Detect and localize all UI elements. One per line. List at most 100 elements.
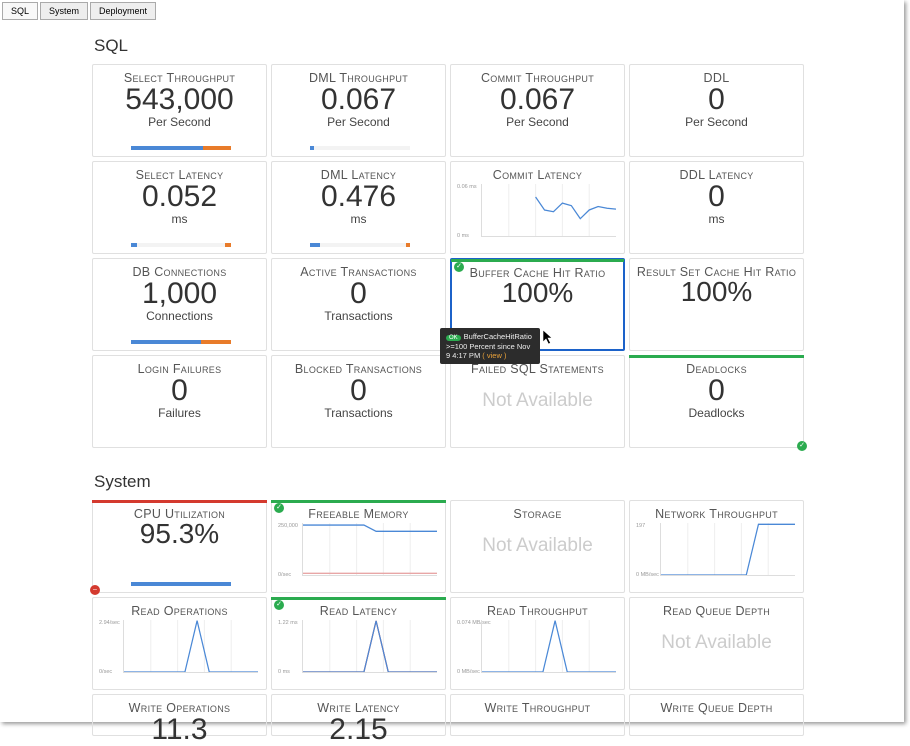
metric-card[interactable]: CPU Utilization95.3% – xyxy=(92,500,267,593)
card-unit: Per Second xyxy=(272,115,445,129)
mini-chart: 2.94/sec 0/sec xyxy=(99,620,260,683)
metric-card[interactable]: Freeable Memory 250,000 0/sec ✓ xyxy=(271,500,446,593)
mini-chart: 1.22 ms 0 ms xyxy=(278,620,439,683)
status-bar xyxy=(92,500,267,503)
card-title: Read Throughput xyxy=(451,604,624,618)
status-bar xyxy=(451,259,624,262)
card-value: 11.3 xyxy=(93,713,266,746)
status-bar xyxy=(271,597,446,600)
metric-card[interactable]: Select Throughput543,000Per Second xyxy=(92,64,267,157)
card-unit: Transactions xyxy=(272,309,445,323)
card-unit: ms xyxy=(630,212,803,226)
card-value: 543,000 xyxy=(93,83,266,116)
tooltip-buffer-cache: OKBufferCacheHitRatio >=100 Percent sinc… xyxy=(440,328,540,364)
card-not-available: Not Available xyxy=(630,632,803,654)
card-not-available: Not Available xyxy=(451,535,624,557)
grid-system: CPU Utilization95.3% –Freeable Memory 25… xyxy=(92,500,812,736)
card-title: Failed SQL Statements xyxy=(451,362,624,376)
tooltip-title: BufferCacheHitRatio xyxy=(464,332,532,341)
section-title-system: System xyxy=(94,472,812,492)
metric-card[interactable]: Commit Throughput0.067Per Second xyxy=(450,64,625,157)
card-title: Write Queue Depth xyxy=(630,701,803,715)
metric-card[interactable]: Commit Latency 0.06 ms 0 ms xyxy=(450,161,625,254)
card-value: 0 xyxy=(272,277,445,310)
card-value: 100% xyxy=(630,277,803,308)
tooltip-view-link[interactable]: ( view ) xyxy=(482,351,506,360)
card-value: 0 xyxy=(630,180,803,213)
metric-card[interactable]: Write Latency2.15 xyxy=(271,694,446,736)
sparkline xyxy=(131,582,231,586)
tab-sql[interactable]: SQL xyxy=(2,2,38,20)
metric-card[interactable]: DML Latency0.476ms xyxy=(271,161,446,254)
check-icon: ✓ xyxy=(454,262,464,272)
status-bar xyxy=(271,500,446,503)
mini-chart: 0.06 ms 0 ms xyxy=(457,184,618,247)
metric-card[interactable]: Read Throughput 0.074 MB/sec 0 MB/sec xyxy=(450,597,625,690)
metric-card[interactable]: Read Operations 2.94/sec 0/sec xyxy=(92,597,267,690)
card-value: 0 xyxy=(630,374,803,407)
card-unit: ms xyxy=(272,212,445,226)
card-not-available: Not Available xyxy=(451,390,624,412)
card-unit: Transactions xyxy=(272,406,445,420)
card-title: Read Operations xyxy=(93,604,266,618)
card-title: Network Throughput xyxy=(630,507,803,521)
cursor-icon xyxy=(543,330,555,346)
card-title: Storage xyxy=(451,507,624,521)
metric-card[interactable]: Select Latency0.052ms xyxy=(92,161,267,254)
card-value: 0.052 xyxy=(93,180,266,213)
metric-card[interactable]: Write Throughput xyxy=(450,694,625,736)
tooltip-ok-badge: OK xyxy=(446,335,461,341)
metric-card[interactable]: Network Throughput 197 0 MB/sec xyxy=(629,500,804,593)
metric-card[interactable]: DDL Latency0ms xyxy=(629,161,804,254)
metric-card[interactable]: Login Failures0Failures xyxy=(92,355,267,448)
card-unit: Per Second xyxy=(451,115,624,129)
mini-chart: 197 0 MB/sec xyxy=(636,523,797,586)
sparkline xyxy=(131,340,231,344)
metric-card[interactable]: Active Transactions0Transactions xyxy=(271,258,446,351)
metric-card[interactable]: Write Operations11.3 xyxy=(92,694,267,736)
metric-card[interactable]: Deadlocks0Deadlocks✓ xyxy=(629,355,804,448)
card-title: Read Queue Depth xyxy=(630,604,803,618)
card-unit: ms xyxy=(93,212,266,226)
card-title: Write Throughput xyxy=(451,701,624,715)
card-unit: Failures xyxy=(93,406,266,420)
mini-chart: 0.074 MB/sec 0 MB/sec xyxy=(457,620,618,683)
status-bar xyxy=(629,355,804,358)
section-title-sql: SQL xyxy=(94,36,812,56)
sparkline xyxy=(131,146,231,150)
card-value: 0 xyxy=(272,374,445,407)
card-value: 95.3% xyxy=(93,519,266,550)
metric-card[interactable]: Blocked Transactions0Transactions xyxy=(271,355,446,448)
card-unit: Per Second xyxy=(93,115,266,129)
card-value: 0.067 xyxy=(272,83,445,116)
card-value: 0.476 xyxy=(272,180,445,213)
card-title: Freeable Memory xyxy=(272,507,445,521)
grid-sql: Select Throughput543,000Per Second DML T… xyxy=(92,64,812,448)
metric-card[interactable]: DML Throughput0.067Per Second xyxy=(271,64,446,157)
card-value: 0 xyxy=(93,374,266,407)
card-value: 0.067 xyxy=(451,83,624,116)
check-icon: ✓ xyxy=(274,600,284,610)
card-title: Commit Latency xyxy=(451,168,624,182)
metric-card[interactable]: Result Set Cache Hit Ratio100% xyxy=(629,258,804,351)
card-title: Read Latency xyxy=(272,604,445,618)
card-value: 0 xyxy=(630,83,803,116)
metric-card[interactable]: Write Queue Depth xyxy=(629,694,804,736)
metric-card[interactable]: DB Connections1,000Connections xyxy=(92,258,267,351)
card-value: 1,000 xyxy=(93,277,266,310)
metric-card[interactable]: DDL0Per Second xyxy=(629,64,804,157)
metric-card[interactable]: Storage Not Available xyxy=(450,500,625,593)
tab-system[interactable]: System xyxy=(40,2,88,20)
card-unit: Per Second xyxy=(630,115,803,129)
sparkline xyxy=(131,243,231,247)
metric-card[interactable]: Read Queue Depth Not Available xyxy=(629,597,804,690)
card-value: 100% xyxy=(452,278,623,309)
sparkline xyxy=(310,243,410,247)
tab-deployment[interactable]: Deployment xyxy=(90,2,156,20)
tab-bar: SQL System Deployment xyxy=(0,0,904,22)
card-unit: Connections xyxy=(93,309,266,323)
alert-icon: – xyxy=(90,585,100,595)
metric-card[interactable]: Read Latency 1.22 ms 0 ms ✓ xyxy=(271,597,446,690)
check-icon: ✓ xyxy=(274,503,284,513)
metric-card[interactable]: Failed SQL Statements Not Available xyxy=(450,355,625,448)
